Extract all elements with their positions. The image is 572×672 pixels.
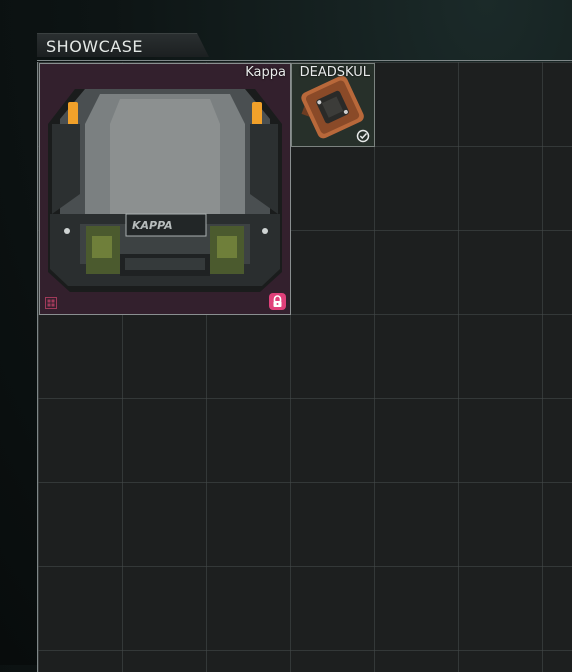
grid-icon [45,297,57,309]
kappa-case-label: KAPPA [132,219,173,232]
kappa-case-image: KAPPA [48,89,282,292]
item-deadskul[interactable]: DEADSKUL [291,63,375,147]
check-icon [356,129,370,143]
showcase-title: SHOWCASE [46,37,143,56]
header-divider [37,60,572,61]
showcase-header: SHOWCASE [37,33,209,57]
item-deadskul-name: DEADSKUL [299,65,370,80]
item-kappa-name: Kappa [245,65,286,80]
lock-icon[interactable] [269,293,286,310]
item-kappa-container[interactable]: KAPPA Kappa [39,63,291,315]
